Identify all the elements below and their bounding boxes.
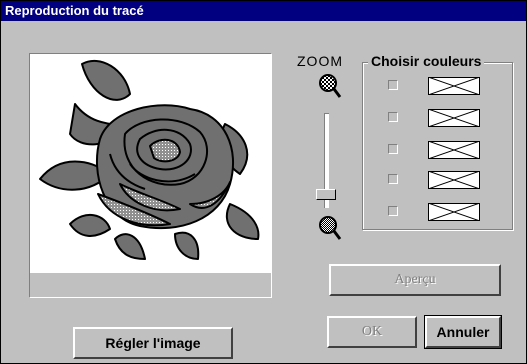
regler-image-label: Régler l'image	[105, 335, 201, 351]
empty-swatch-icon[interactable]	[428, 203, 480, 221]
preview-strip	[30, 273, 271, 297]
zoom-label: ZOOM	[297, 53, 343, 69]
color-checkbox-2[interactable]	[388, 112, 398, 122]
color-checkbox-1[interactable]	[388, 80, 398, 90]
colors-group-title: Choisir couleurs	[368, 53, 485, 69]
image-preview	[29, 53, 272, 298]
dialog-window: Reproduction du tracé ZOOM Choisir coule…	[0, 0, 527, 364]
empty-swatch-icon[interactable]	[428, 141, 480, 159]
rose-image	[39, 59, 260, 260]
zoom-slider-thumb[interactable]	[316, 189, 336, 200]
window-title: Reproduction du tracé	[5, 3, 144, 18]
empty-swatch-icon[interactable]	[428, 171, 480, 189]
title-bar[interactable]: Reproduction du tracé	[1, 1, 526, 21]
regler-image-button[interactable]: Régler l'image	[73, 327, 233, 359]
color-checkbox-4[interactable]	[388, 174, 398, 184]
color-checkbox-5[interactable]	[388, 206, 398, 216]
empty-swatch-icon[interactable]	[428, 77, 480, 95]
annuler-button[interactable]: Annuler	[424, 315, 502, 349]
zoom-out-icon[interactable]	[318, 215, 342, 245]
ok-button[interactable]: OK	[327, 316, 417, 348]
apercu-label: Aperçu	[394, 272, 436, 287]
empty-swatch-icon[interactable]	[428, 109, 480, 127]
zoom-in-icon[interactable]	[318, 73, 342, 103]
annuler-label: Annuler	[436, 324, 490, 340]
ok-label: OK	[361, 324, 383, 339]
color-checkbox-3[interactable]	[388, 144, 398, 154]
apercu-button[interactable]: Aperçu	[329, 264, 501, 296]
